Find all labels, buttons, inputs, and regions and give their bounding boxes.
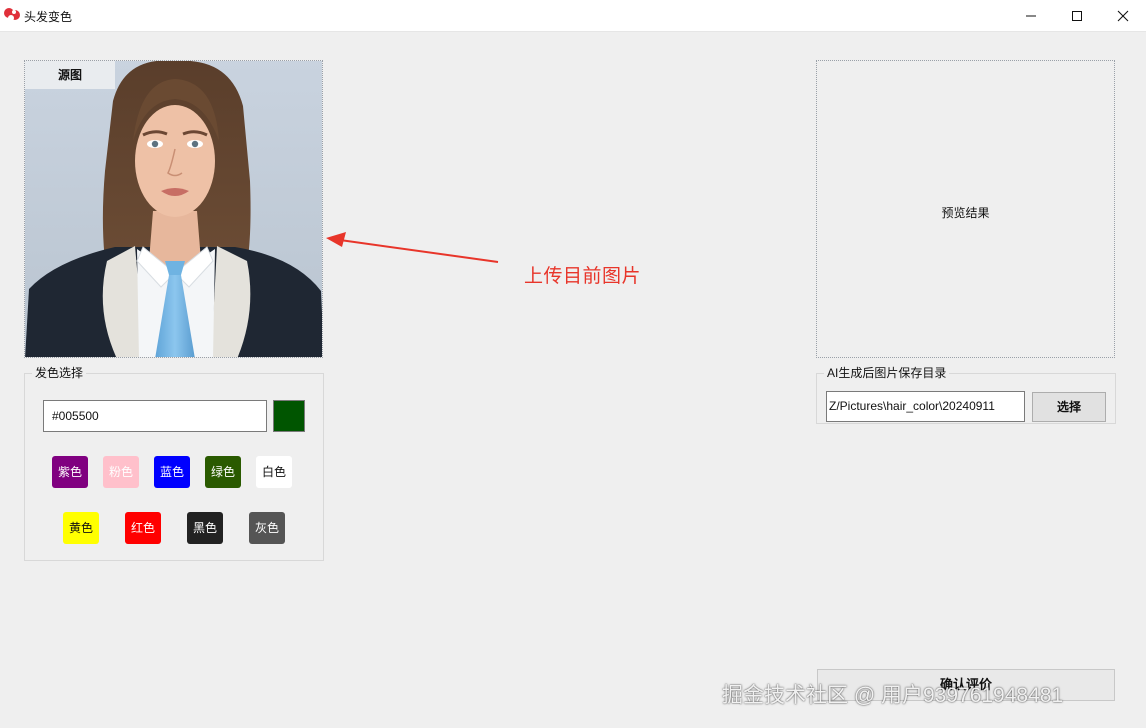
hex-color-input[interactable] bbox=[43, 400, 267, 432]
minimize-button[interactable] bbox=[1008, 0, 1054, 31]
color-chip-yellow[interactable]: 黄色 bbox=[63, 512, 99, 544]
hair-color-group: 发色选择 紫色 粉色 蓝色 绿色 白色 黄色 红色 黑色 灰色 bbox=[24, 366, 324, 561]
color-chip-blue[interactable]: 蓝色 bbox=[154, 456, 190, 488]
annotation-arrow-icon bbox=[326, 232, 499, 263]
window-title: 头发变色 bbox=[24, 10, 73, 24]
selected-color-swatch[interactable] bbox=[273, 400, 305, 432]
title-bar: 头发变色 bbox=[0, 0, 1146, 32]
close-icon bbox=[1117, 10, 1129, 22]
color-chip-pink[interactable]: 粉色 bbox=[103, 456, 139, 488]
maximize-icon bbox=[1072, 11, 1082, 21]
hair-color-group-title: 发色选择 bbox=[32, 366, 87, 380]
color-chip-purple[interactable]: 紫色 bbox=[52, 456, 88, 488]
choose-directory-button[interactable]: 选择 bbox=[1032, 392, 1106, 422]
color-chip-black[interactable]: 黑色 bbox=[187, 512, 223, 544]
output-directory-group-title: AI生成后图片保存目录 bbox=[824, 366, 950, 380]
watermark: 掘金技术社区 @ 用户939761948481 bbox=[722, 684, 1064, 707]
color-chip-white[interactable]: 白色 bbox=[256, 456, 292, 488]
maximize-button[interactable] bbox=[1054, 0, 1100, 31]
preview-result-panel: 预览结果 bbox=[816, 60, 1115, 358]
color-chip-green[interactable]: 绿色 bbox=[205, 456, 241, 488]
color-chip-gray[interactable]: 灰色 bbox=[249, 512, 285, 544]
app-logo-icon bbox=[4, 8, 20, 21]
close-button[interactable] bbox=[1100, 0, 1146, 31]
minimize-icon bbox=[1026, 15, 1036, 17]
output-directory-group: AI生成后图片保存目录 Z/Pictures\hair_color\202409… bbox=[816, 366, 1116, 424]
source-tab-label: 源图 bbox=[25, 61, 115, 89]
upload-annotation: 上传目前图片 bbox=[524, 266, 642, 287]
preview-label: 预览结果 bbox=[941, 206, 990, 220]
source-image-panel[interactable]: 源图 bbox=[24, 60, 323, 358]
output-path-field[interactable]: Z/Pictures\hair_color\20240911 bbox=[826, 391, 1025, 422]
color-chip-red[interactable]: 红色 bbox=[125, 512, 161, 544]
output-path-text: Z/Pictures\hair_color\20240911 bbox=[829, 399, 995, 413]
portrait-image bbox=[25, 61, 322, 357]
